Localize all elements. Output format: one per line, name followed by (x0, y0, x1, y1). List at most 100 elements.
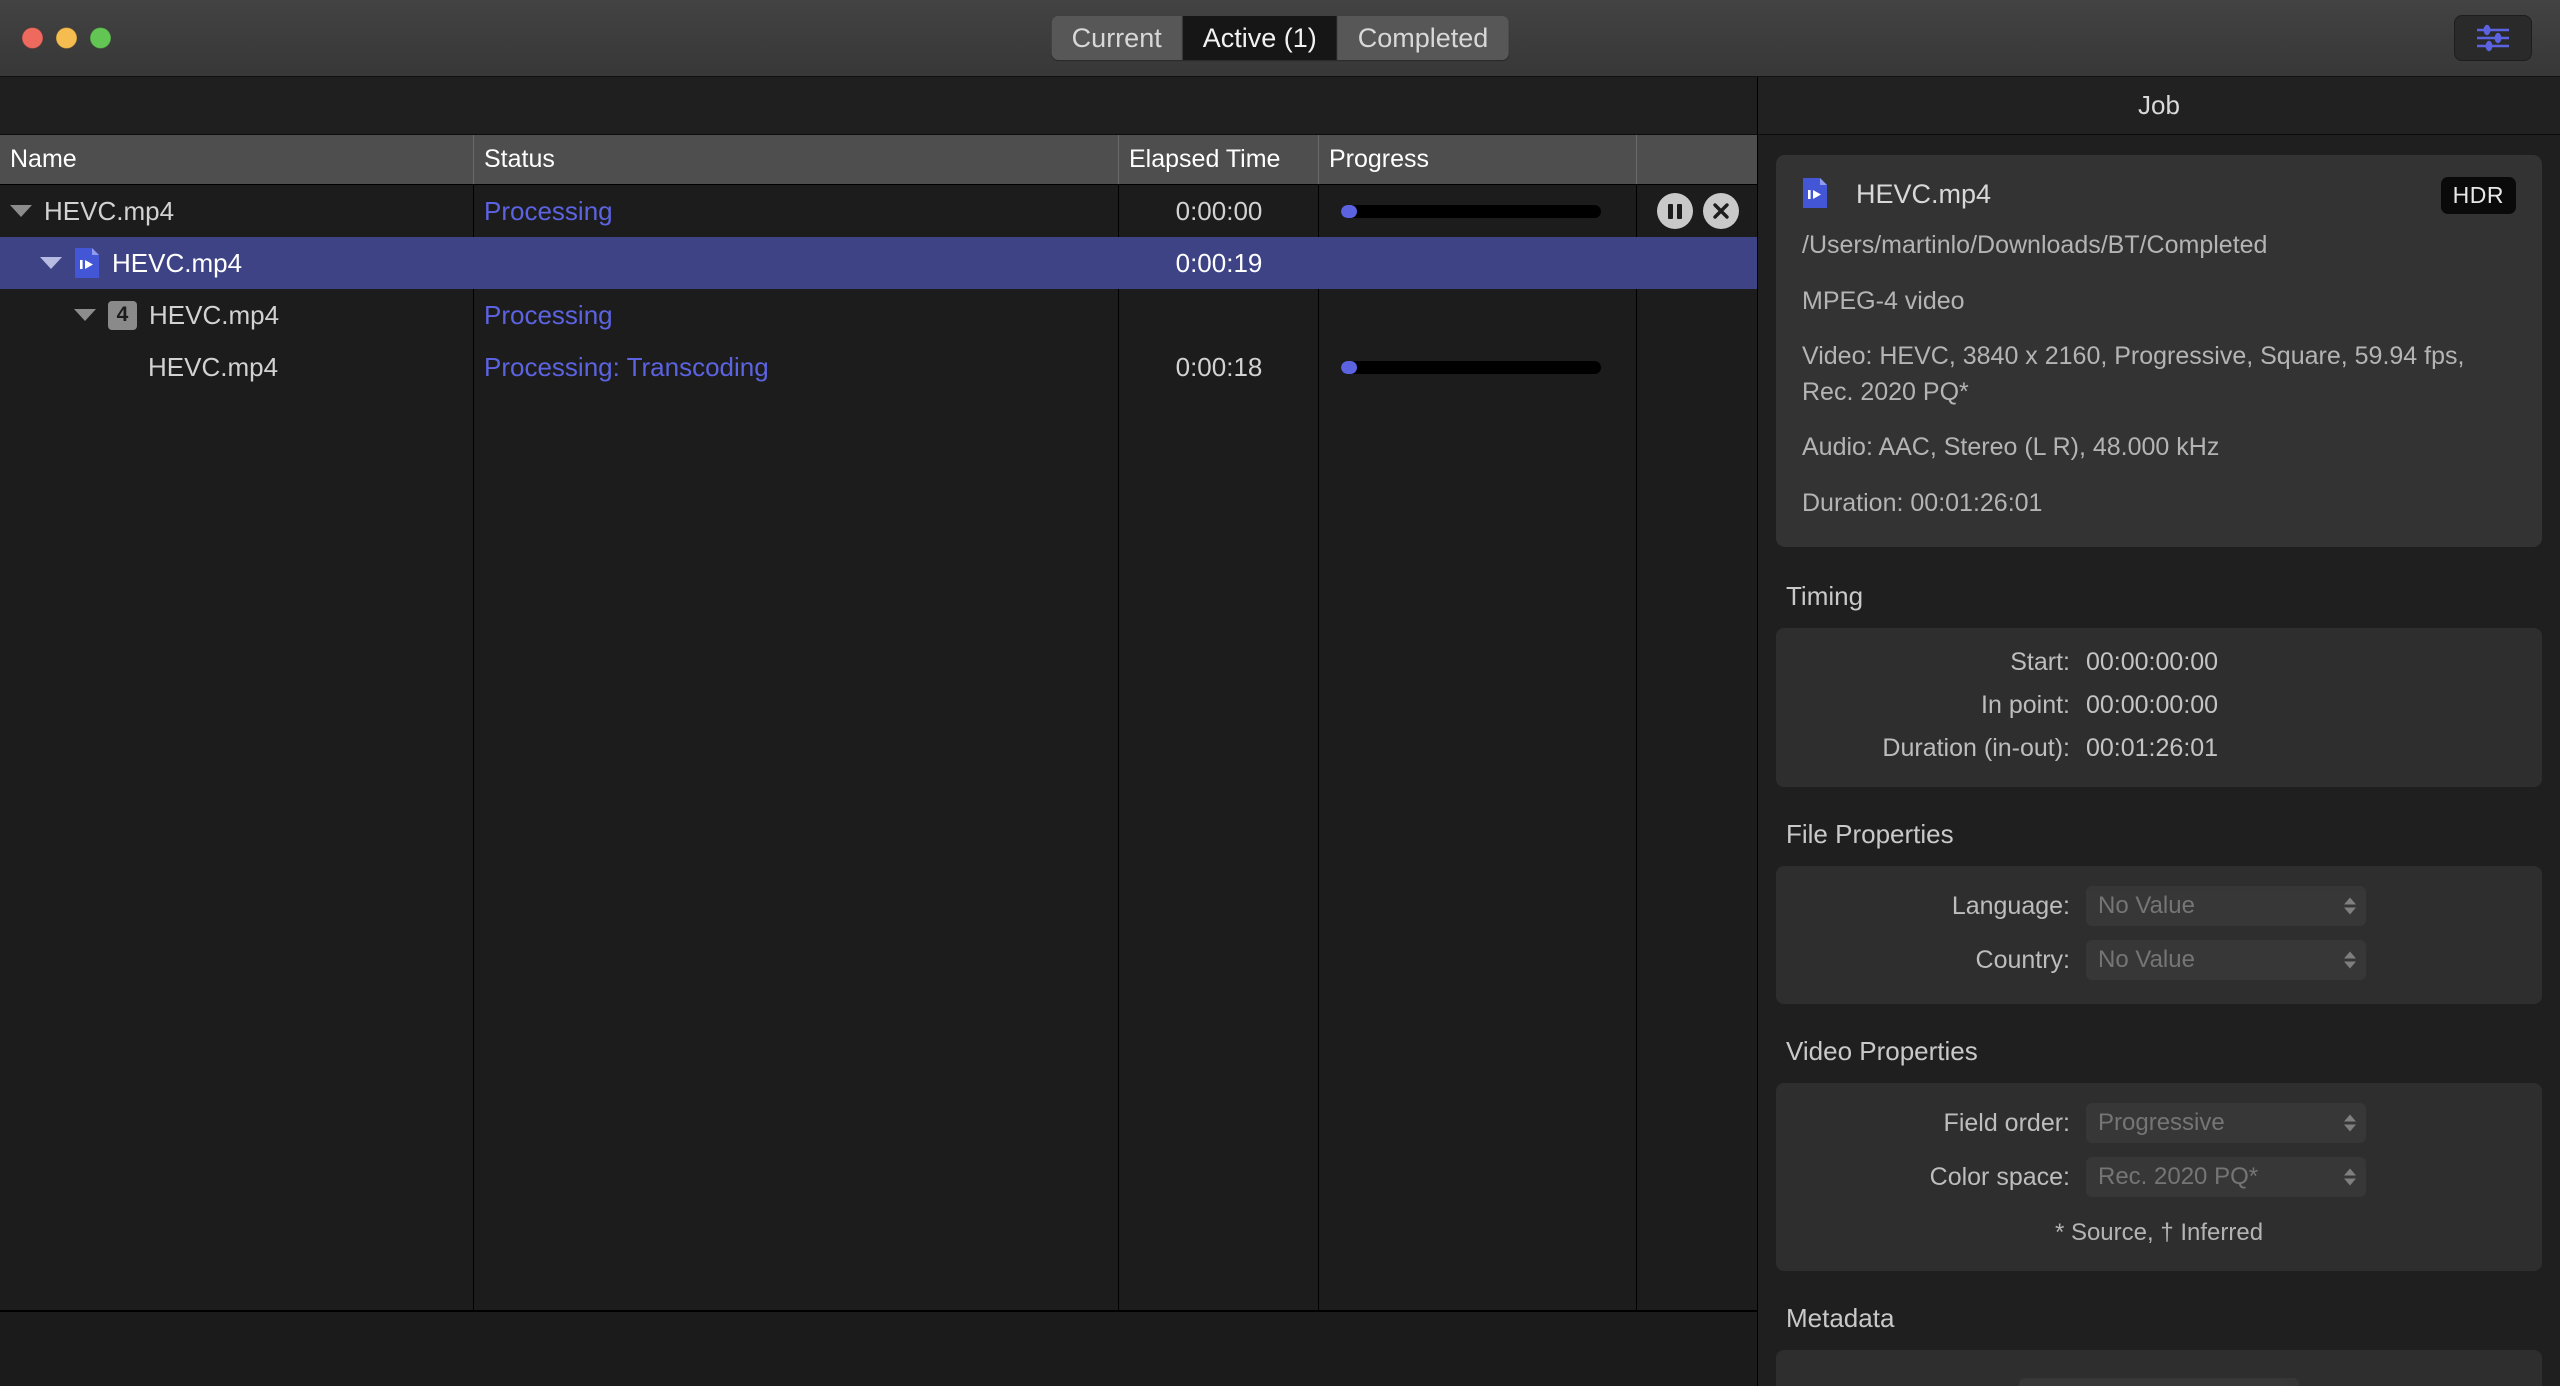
row-elapsed-cell: 0:00:00 (1119, 185, 1319, 237)
sliders-icon (2473, 24, 2513, 52)
table-row[interactable]: HEVC.mp4 Processing: Transcoding 0:00:18 (0, 341, 1757, 393)
tab-completed[interactable]: Completed (1338, 16, 1509, 60)
close-window-button[interactable] (22, 28, 43, 49)
row-name-cell[interactable]: HEVC.mp4 (0, 237, 474, 289)
chevron-updown-icon (2344, 952, 2356, 969)
title-bar: Current Active (1) Completed (0, 0, 2560, 77)
column-header-status[interactable]: Status (474, 135, 1119, 184)
inspector-title: Job (1758, 77, 2560, 135)
row-name-cell[interactable]: HEVC.mp4 (0, 341, 474, 393)
cancel-button[interactable] (1703, 193, 1739, 229)
chevron-updown-icon (2344, 1115, 2356, 1132)
tab-current[interactable]: Current (1052, 16, 1183, 60)
row-progress-cell (1319, 237, 1637, 289)
row-name-cell[interactable]: HEVC.mp4 (0, 185, 474, 237)
table-top-strip (0, 77, 1757, 135)
timing-row-in-point: In point: 00:00:00:00 (1776, 691, 2542, 720)
row-elapsed-cell (1119, 289, 1319, 341)
file-properties-row-language: Language: No Value (1776, 886, 2542, 926)
disclosure-triangle-icon[interactable] (74, 309, 96, 321)
close-icon (1711, 201, 1731, 221)
color-space-select[interactable]: Rec. 2020 PQ* (2086, 1157, 2366, 1197)
timing-start-label: Start: (1776, 648, 2086, 677)
row-actions-cell (1637, 185, 1758, 237)
row-progress-cell (1319, 289, 1637, 341)
video-properties-section: Field order: Progressive Color space: Re… (1776, 1083, 2542, 1271)
color-space-label: Color space: (1776, 1163, 2086, 1192)
job-path: /Users/martinlo/Downloads/BT/Completed (1802, 228, 2516, 264)
row-progress-cell (1319, 341, 1637, 393)
row-name-label: HEVC.mp4 (148, 352, 278, 383)
color-space-value: Rec. 2020 PQ* (2098, 1163, 2258, 1191)
chevron-updown-icon (2344, 898, 2356, 915)
pause-button[interactable] (1657, 193, 1693, 229)
timing-in-point-value: 00:00:00:00 (2086, 691, 2218, 720)
job-count-badge: 4 (108, 301, 137, 330)
field-order-select[interactable]: Progressive (2086, 1103, 2366, 1143)
progress-bar-fill (1341, 361, 1357, 374)
table-row[interactable]: HEVC.mp4 Processing 0:00:00 (0, 185, 1757, 237)
country-select[interactable]: No Value (2086, 940, 2366, 980)
metadata-section-title: Metadata (1776, 1297, 2542, 1350)
inspector-pane: Job HEVC.mp4 HDR /Users/martinlo/Downloa (1758, 77, 2560, 1386)
inspector-scroll-area[interactable]: HEVC.mp4 HDR /Users/martinlo/Downloads/B… (1758, 135, 2560, 1386)
timing-duration-value: 00:01:26:01 (2086, 734, 2218, 763)
tab-active[interactable]: Active (1) (1183, 16, 1338, 60)
timing-section-title: Timing (1776, 575, 2542, 628)
queue-table-pane: Name Status Elapsed Time Progress (0, 77, 1758, 1386)
timing-in-point-label: In point: (1776, 691, 2086, 720)
row-status-cell (474, 237, 1119, 289)
chevron-updown-icon (2344, 1169, 2356, 1186)
table-row[interactable]: 4 HEVC.mp4 Processing (0, 289, 1757, 341)
file-properties-section-title: File Properties (1776, 813, 2542, 866)
row-name-cell[interactable]: 4 HEVC.mp4 (0, 289, 474, 341)
timing-section: Start: 00:00:00:00 In point: 00:00:00:00… (1776, 628, 2542, 787)
window-controls (22, 28, 111, 49)
file-properties-row-country: Country: No Value (1776, 940, 2542, 980)
row-elapsed-cell: 0:00:19 (1119, 237, 1319, 289)
zoom-window-button[interactable] (90, 28, 111, 49)
language-label: Language: (1776, 892, 2086, 921)
job-audio-info: Audio: AAC, Stereo (L R), 48.000 kHz (1802, 430, 2516, 466)
view-segmented-control[interactable]: Current Active (1) Completed (1052, 16, 1509, 60)
video-properties-row-color-space: Color space: Rec. 2020 PQ* (1776, 1157, 2542, 1197)
pause-icon (1668, 204, 1682, 219)
source-inferred-footnote: * Source, † Inferred (1776, 1219, 2542, 1247)
progress-bar (1341, 361, 1601, 374)
row-name-label: HEVC.mp4 (44, 196, 174, 227)
column-header-progress[interactable]: Progress (1319, 135, 1637, 184)
video-file-icon (1802, 177, 1828, 209)
timing-row-duration: Duration (in-out): 00:01:26:01 (1776, 734, 2542, 763)
language-select[interactable]: No Value (2086, 886, 2366, 926)
language-value: No Value (2098, 892, 2195, 920)
job-summary-header: HEVC.mp4 HDR (1802, 177, 2516, 214)
field-order-value: Progressive (2098, 1109, 2225, 1137)
column-header-actions[interactable] (1637, 135, 1758, 184)
minimize-window-button[interactable] (56, 28, 77, 49)
column-header-elapsed-time[interactable]: Elapsed Time (1119, 135, 1319, 184)
job-filename: HEVC.mp4 (1856, 177, 2425, 210)
row-name-label: HEVC.mp4 (112, 248, 242, 279)
disclosure-triangle-icon[interactable] (10, 205, 32, 217)
video-properties-section-title: Video Properties (1776, 1030, 2542, 1083)
row-elapsed-cell: 0:00:18 (1119, 341, 1319, 393)
add-job-annotation-select[interactable]: Add Job Annotation (2019, 1378, 2299, 1386)
settings-button[interactable] (2454, 15, 2532, 61)
status-bar (0, 1310, 1757, 1386)
row-progress-cell (1319, 185, 1637, 237)
table-body: HEVC.mp4 Processing 0:00:00 (0, 185, 1757, 1310)
row-status-cell: Processing (474, 185, 1119, 237)
job-video-info: Video: HEVC, 3840 x 2160, Progressive, S… (1802, 339, 2516, 410)
column-header-name[interactable]: Name (0, 135, 474, 184)
table-header-row: Name Status Elapsed Time Progress (0, 135, 1757, 185)
metadata-section: Add Job Annotation (1776, 1350, 2542, 1386)
file-properties-section: Language: No Value Country: No Value (1776, 866, 2542, 1004)
progress-bar-fill (1341, 205, 1357, 218)
disclosure-triangle-icon[interactable] (40, 257, 62, 269)
row-name-label: HEVC.mp4 (149, 300, 279, 331)
row-actions-cell (1637, 341, 1758, 393)
job-format: MPEG-4 video (1802, 284, 2516, 320)
row-actions-cell (1637, 289, 1758, 341)
row-status-cell: Processing (474, 289, 1119, 341)
table-row[interactable]: HEVC.mp4 0:00:19 (0, 237, 1757, 289)
